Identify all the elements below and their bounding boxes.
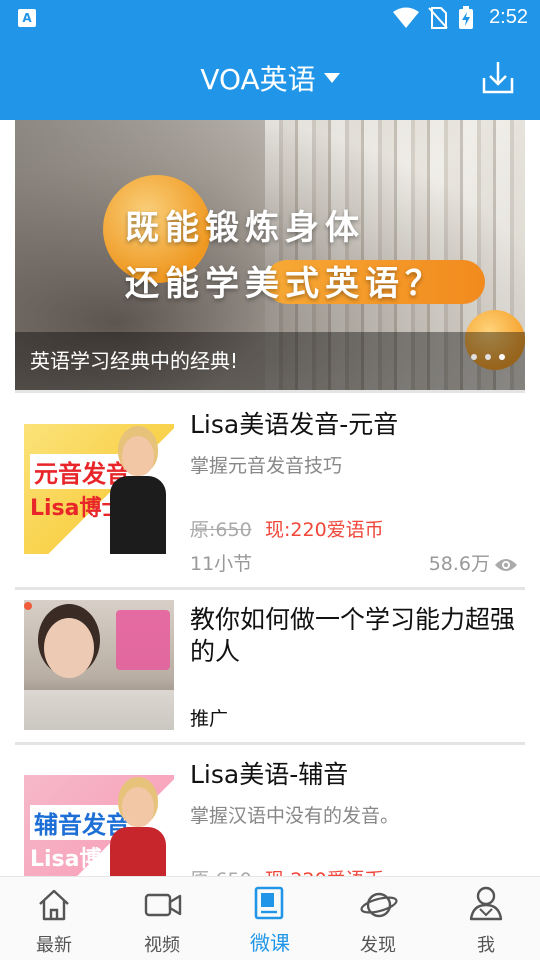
current-price: 现:220爱语币	[265, 519, 384, 541]
person-icon	[469, 886, 503, 921]
planet-icon	[360, 892, 398, 918]
status-time: 2:52	[489, 6, 528, 28]
download-icon[interactable]	[478, 58, 518, 98]
course-thumbnail: 元音发音 Lisa博士	[24, 424, 174, 554]
page-dot	[471, 354, 477, 360]
app-bar: A 2:52 VOA英语	[0, 0, 540, 120]
home-icon	[39, 889, 69, 921]
nav-tab-me[interactable]: 我	[432, 877, 540, 960]
book-icon	[254, 886, 284, 920]
course-subtitle: 掌握元音发音技巧	[190, 455, 343, 477]
thumb-badge-dot	[24, 602, 32, 610]
banner-headline-1: 既能锻炼身体	[125, 208, 365, 248]
no-sim-icon	[428, 7, 448, 29]
category-selector[interactable]: VOA英语	[0, 58, 540, 98]
wifi-icon	[393, 7, 419, 28]
course-item[interactable]: 辅音发音 Lisa博士 Lisa美语-辅音 掌握汉语中没有的发音。 原:650 …	[0, 745, 540, 905]
page-dot	[485, 354, 491, 360]
nav-label: 最新	[36, 935, 72, 956]
page-dot-active	[499, 354, 505, 360]
course-title: Lisa美语-辅音	[190, 760, 349, 789]
course-subtitle: 掌握汉语中没有的发音。	[190, 805, 400, 827]
banner-carousel[interactable]: 既能锻炼身体 还能学美式英语？ 英语学习经典中的经典!	[15, 120, 525, 390]
battery-charging-icon	[459, 6, 473, 29]
page-indicator	[463, 345, 505, 364]
presenter-image	[110, 424, 166, 554]
view-count: 58.6万	[429, 549, 518, 576]
course-title: 教你如何做一个学习能力超强的人	[190, 605, 516, 666]
nav-tab-microcourse[interactable]: 微课	[216, 877, 324, 960]
nav-label: 视频	[144, 935, 180, 956]
app-screen: A 2:52 VOA英语 既能锻炼身体 还能学美式英语？ 英语学习经典中的经典!…	[0, 0, 540, 960]
nav-tab-discover[interactable]: 发现	[324, 877, 432, 960]
lesson-count: 11小节	[190, 553, 253, 575]
banner-caption: 英语学习经典中的经典!	[30, 349, 239, 373]
view-count-value: 58.6万	[428, 553, 490, 575]
nav-label: 发现	[360, 935, 396, 956]
course-thumbnail	[24, 600, 174, 730]
course-item[interactable]: 元音发音 Lisa博士 Lisa美语发音-元音 掌握元音发音技巧 原:650 现…	[0, 393, 540, 587]
status-bar: A 2:52	[0, 0, 540, 36]
video-camera-icon	[144, 893, 182, 917]
nav-tab-video[interactable]: 视频	[108, 877, 216, 960]
banner-headline-2: 还能学美式英语？	[125, 264, 445, 304]
nav-tab-latest[interactable]: 最新	[0, 877, 108, 960]
eye-icon	[495, 558, 517, 571]
app-notification-icon: A	[18, 9, 36, 27]
bottom-navigation: 最新 视频 微课 发现 我	[0, 876, 540, 960]
promotion-tag: 推广	[190, 708, 229, 730]
page-title: VOA英语	[200, 63, 316, 96]
dropdown-caret-icon	[323, 73, 340, 83]
course-item[interactable]: 教你如何做一个学习能力超强的人 推广	[0, 590, 540, 742]
original-price: 原:650	[190, 519, 252, 541]
course-title: Lisa美语发音-元音	[190, 410, 399, 439]
nav-label: 我	[477, 935, 495, 956]
nav-label: 微课	[250, 931, 290, 955]
